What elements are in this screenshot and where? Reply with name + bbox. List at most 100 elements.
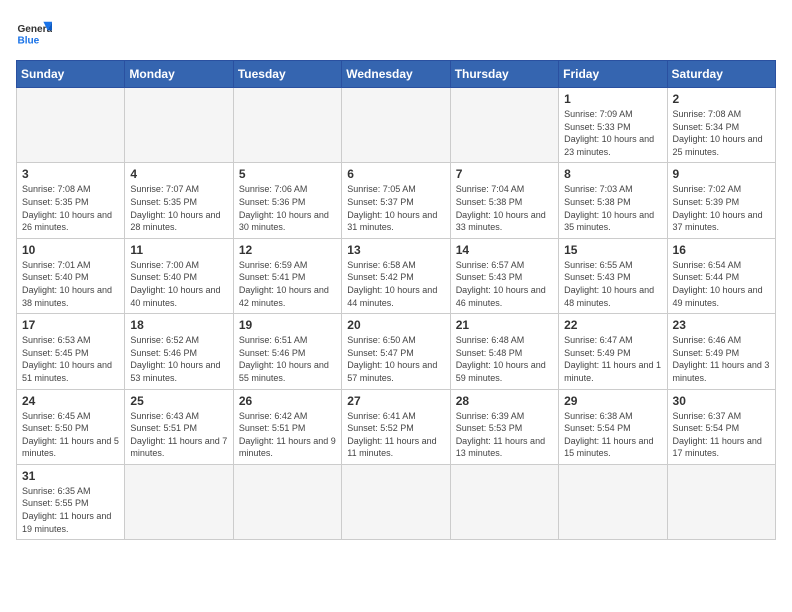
logo: General Blue: [16, 16, 52, 52]
day-info: Sunrise: 6:51 AM Sunset: 5:46 PM Dayligh…: [239, 334, 336, 384]
calendar-cell: 14Sunrise: 6:57 AM Sunset: 5:43 PM Dayli…: [450, 238, 558, 313]
day-number: 30: [673, 394, 770, 408]
day-number: 13: [347, 243, 444, 257]
day-number: 19: [239, 318, 336, 332]
calendar-cell: 10 Sunrise: 7:01 AM Sunset: 5:40 PM Dayli…: [17, 238, 125, 313]
day-info: Sunrise: 6:53 AM Sunset: 5:45 PM Dayligh…: [22, 334, 119, 384]
calendar-cell: [233, 88, 341, 163]
day-info: Sunrise: 6:45 AM Sunset: 5:50 PM Dayligh…: [22, 410, 119, 460]
calendar-cell: 3Sunrise: 7:08 AM Sunset: 5:35 PM Daylig…: [17, 163, 125, 238]
calendar-cell: [342, 88, 450, 163]
calendar-cell: 17 Sunrise: 6:53 AM Sunset: 5:45 PM Dayli…: [17, 314, 125, 389]
day-number: 11: [130, 243, 227, 257]
calendar-cell: 27Sunrise: 6:41 AM Sunset: 5:52 PM Dayli…: [342, 389, 450, 464]
calendar-cell: 12 Sunrise: 6:59 AM Sunset: 5:41 PM Dayli…: [233, 238, 341, 313]
calendar-week-row: 24 Sunrise: 6:45 AM Sunset: 5:50 PM Dayli…: [17, 389, 776, 464]
day-info: Sunrise: 7:05 AM Sunset: 5:37 PM Dayligh…: [347, 183, 444, 233]
calendar-cell: 15Sunrise: 6:55 AM Sunset: 5:43 PM Dayli…: [559, 238, 667, 313]
day-info: Sunrise: 6:55 AM Sunset: 5:43 PM Dayligh…: [564, 259, 661, 309]
calendar-cell: 16 Sunrise: 6:54 AM Sunset: 5:44 PM Dayli…: [667, 238, 775, 313]
day-info: Sunrise: 6:35 AM Sunset: 5:55 PM Dayligh…: [22, 485, 119, 535]
day-number: 23: [673, 318, 770, 332]
day-info: Sunrise: 7:07 AM Sunset: 5:35 PM Dayligh…: [130, 183, 227, 233]
calendar-cell: 13 Sunrise: 6:58 AM Sunset: 5:42 PM Dayli…: [342, 238, 450, 313]
weekday-header-tuesday: Tuesday: [233, 61, 341, 88]
day-number: 1: [564, 92, 661, 106]
day-number: 16: [673, 243, 770, 257]
calendar-cell: 23 Sunrise: 6:46 AM Sunset: 5:49 PM Dayli…: [667, 314, 775, 389]
calendar-cell: 24 Sunrise: 6:45 AM Sunset: 5:50 PM Dayli…: [17, 389, 125, 464]
calendar-cell: 29 Sunrise: 6:38 AM Sunset: 5:54 PM Dayli…: [559, 389, 667, 464]
day-info: Sunrise: 6:39 AM Sunset: 5:53 PM Dayligh…: [456, 410, 553, 460]
calendar-cell: 6 Sunrise: 7:05 AM Sunset: 5:37 PM Daylig…: [342, 163, 450, 238]
day-number: 29: [564, 394, 661, 408]
day-info: Sunrise: 6:37 AM Sunset: 5:54 PM Dayligh…: [673, 410, 770, 460]
logo-icon: General Blue: [16, 16, 52, 52]
calendar-cell: 8Sunrise: 7:03 AM Sunset: 5:38 PM Daylig…: [559, 163, 667, 238]
calendar-cell: 25 Sunrise: 6:43 AM Sunset: 5:51 PM Dayli…: [125, 389, 233, 464]
header: General Blue: [16, 16, 776, 52]
calendar-cell: 5 Sunrise: 7:06 AM Sunset: 5:36 PM Daylig…: [233, 163, 341, 238]
day-info: Sunrise: 7:08 AM Sunset: 5:34 PM Dayligh…: [673, 108, 770, 158]
day-number: 14: [456, 243, 553, 257]
calendar-cell: 19 Sunrise: 6:51 AM Sunset: 5:46 PM Dayli…: [233, 314, 341, 389]
day-number: 9: [673, 167, 770, 181]
calendar-cell: [559, 464, 667, 539]
day-number: 4: [130, 167, 227, 181]
day-info: Sunrise: 6:58 AM Sunset: 5:42 PM Dayligh…: [347, 259, 444, 309]
day-number: 26: [239, 394, 336, 408]
weekday-header-sunday: Sunday: [17, 61, 125, 88]
calendar-cell: 20 Sunrise: 6:50 AM Sunset: 5:47 PM Dayli…: [342, 314, 450, 389]
calendar-cell: 9 Sunrise: 7:02 AM Sunset: 5:39 PM Daylig…: [667, 163, 775, 238]
calendar-cell: [17, 88, 125, 163]
day-number: 5: [239, 167, 336, 181]
day-info: Sunrise: 6:54 AM Sunset: 5:44 PM Dayligh…: [673, 259, 770, 309]
day-info: Sunrise: 6:59 AM Sunset: 5:41 PM Dayligh…: [239, 259, 336, 309]
day-number: 12: [239, 243, 336, 257]
day-number: 8: [564, 167, 661, 181]
calendar-cell: 2 Sunrise: 7:08 AM Sunset: 5:34 PM Daylig…: [667, 88, 775, 163]
calendar-cell: 30 Sunrise: 6:37 AM Sunset: 5:54 PM Dayli…: [667, 389, 775, 464]
day-info: Sunrise: 7:01 AM Sunset: 5:40 PM Dayligh…: [22, 259, 119, 309]
calendar-week-row: 3Sunrise: 7:08 AM Sunset: 5:35 PM Daylig…: [17, 163, 776, 238]
day-info: Sunrise: 6:46 AM Sunset: 5:49 PM Dayligh…: [673, 334, 770, 384]
calendar-cell: 18Sunrise: 6:52 AM Sunset: 5:46 PM Dayli…: [125, 314, 233, 389]
calendar-cell: [667, 464, 775, 539]
day-number: 28: [456, 394, 553, 408]
calendar-cell: [342, 464, 450, 539]
day-info: Sunrise: 7:02 AM Sunset: 5:39 PM Dayligh…: [673, 183, 770, 233]
calendar-cell: 26 Sunrise: 6:42 AM Sunset: 5:51 PM Dayli…: [233, 389, 341, 464]
calendar-cell: 1Sunrise: 7:09 AM Sunset: 5:33 PM Daylig…: [559, 88, 667, 163]
weekday-header-row: SundayMondayTuesdayWednesdayThursdayFrid…: [17, 61, 776, 88]
day-number: 6: [347, 167, 444, 181]
day-number: 2: [673, 92, 770, 106]
calendar-cell: [233, 464, 341, 539]
calendar-week-row: 10 Sunrise: 7:01 AM Sunset: 5:40 PM Dayli…: [17, 238, 776, 313]
day-info: Sunrise: 6:38 AM Sunset: 5:54 PM Dayligh…: [564, 410, 661, 460]
day-number: 25: [130, 394, 227, 408]
day-info: Sunrise: 6:42 AM Sunset: 5:51 PM Dayligh…: [239, 410, 336, 460]
calendar-cell: 7Sunrise: 7:04 AM Sunset: 5:38 PM Daylig…: [450, 163, 558, 238]
day-number: 17: [22, 318, 119, 332]
weekday-header-monday: Monday: [125, 61, 233, 88]
calendar-cell: 22 Sunrise: 6:47 AM Sunset: 5:49 PM Dayli…: [559, 314, 667, 389]
calendar-week-row: 1Sunrise: 7:09 AM Sunset: 5:33 PM Daylig…: [17, 88, 776, 163]
day-info: Sunrise: 6:52 AM Sunset: 5:46 PM Dayligh…: [130, 334, 227, 384]
calendar-cell: 21 Sunrise: 6:48 AM Sunset: 5:48 PM Dayli…: [450, 314, 558, 389]
calendar-cell: 4 Sunrise: 7:07 AM Sunset: 5:35 PM Daylig…: [125, 163, 233, 238]
day-info: Sunrise: 6:47 AM Sunset: 5:49 PM Dayligh…: [564, 334, 661, 384]
day-info: Sunrise: 7:06 AM Sunset: 5:36 PM Dayligh…: [239, 183, 336, 233]
day-info: Sunrise: 6:43 AM Sunset: 5:51 PM Dayligh…: [130, 410, 227, 460]
calendar-cell: 28 Sunrise: 6:39 AM Sunset: 5:53 PM Dayli…: [450, 389, 558, 464]
day-number: 21: [456, 318, 553, 332]
day-number: 22: [564, 318, 661, 332]
day-info: Sunrise: 6:50 AM Sunset: 5:47 PM Dayligh…: [347, 334, 444, 384]
day-number: 27: [347, 394, 444, 408]
day-info: Sunrise: 6:48 AM Sunset: 5:48 PM Dayligh…: [456, 334, 553, 384]
day-number: 20: [347, 318, 444, 332]
calendar-week-row: 17 Sunrise: 6:53 AM Sunset: 5:45 PM Dayli…: [17, 314, 776, 389]
svg-text:Blue: Blue: [17, 35, 39, 46]
day-number: 10: [22, 243, 119, 257]
day-number: 24: [22, 394, 119, 408]
calendar-cell: [125, 464, 233, 539]
